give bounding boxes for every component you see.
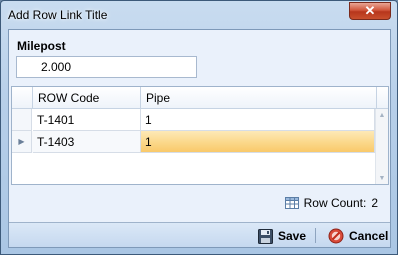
- table-row[interactable]: T-1401 1: [12, 109, 375, 131]
- scroll-down-arrow-icon[interactable]: ▼: [376, 172, 388, 184]
- dialog-body: Milepost 2.000 ROW Code Pipe T-1401 1 ▶ …: [8, 29, 391, 248]
- dialog-window: Add Row Link Title ✕ Milepost 2.000 ROW …: [0, 0, 398, 255]
- window-title: Add Row Link Title: [8, 8, 108, 22]
- row-count-label: Row Count:: [303, 196, 367, 210]
- row-count-indicator: Row Count: 2: [284, 196, 378, 210]
- row-selector[interactable]: [12, 109, 32, 131]
- milepost-label: Milepost: [17, 39, 66, 53]
- cell-row-code[interactable]: T-1401: [33, 109, 141, 131]
- title-bar[interactable]: Add Row Link Title ✕: [1, 1, 397, 29]
- cell-pipe[interactable]: 1: [141, 109, 375, 131]
- cancel-icon: [328, 228, 344, 244]
- cancel-button-label: Cancel: [349, 229, 389, 243]
- scroll-up-arrow-icon[interactable]: ▲: [376, 109, 388, 121]
- milepost-input[interactable]: 2.000: [16, 56, 197, 78]
- cell-row-code[interactable]: T-1403: [33, 131, 141, 153]
- cell-pipe-selected[interactable]: 1: [141, 131, 375, 153]
- row-selector-header: [12, 87, 33, 109]
- dialog-footer: Save Cancel: [9, 222, 390, 247]
- column-header-row-code[interactable]: ROW Code: [33, 87, 141, 109]
- current-row-indicator[interactable]: ▶: [12, 131, 32, 153]
- footer-separator: [315, 228, 316, 243]
- close-button[interactable]: ✕: [349, 2, 391, 20]
- grid-header: ROW Code Pipe: [12, 87, 388, 109]
- save-button-label: Save: [278, 229, 307, 243]
- table-grid-icon: [284, 197, 299, 209]
- column-header-pipe[interactable]: Pipe: [141, 87, 377, 109]
- save-button[interactable]: Save: [258, 226, 306, 246]
- close-icon: ✕: [364, 3, 376, 18]
- vertical-scrollbar[interactable]: ▲ ▼: [375, 109, 388, 184]
- row-count-value: 2: [371, 196, 378, 210]
- cancel-button[interactable]: Cancel: [328, 226, 388, 246]
- row-arrow-icon: ▶: [18, 137, 25, 146]
- row-link-grid: ROW Code Pipe T-1401 1 ▶ T-1403 1 ▲ ▼: [11, 86, 389, 185]
- table-row[interactable]: ▶ T-1403 1: [12, 131, 375, 153]
- save-disk-icon: [258, 228, 273, 244]
